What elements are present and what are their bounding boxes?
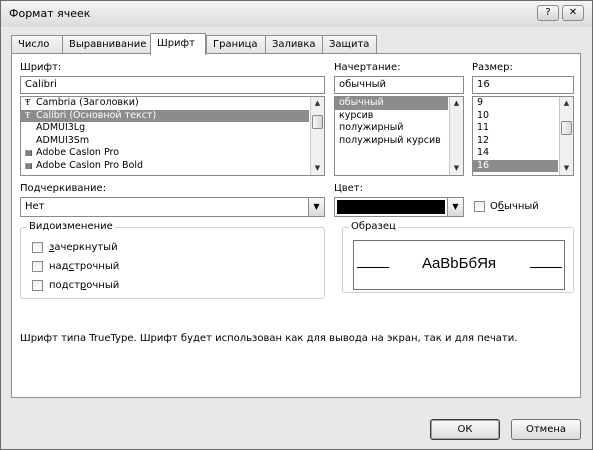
style-list-item[interactable]: курсив (335, 110, 448, 123)
font-name-input[interactable]: Calibri (20, 76, 325, 94)
font-list-item[interactable]: ADMUI3Lg (21, 122, 309, 135)
style-list-item[interactable]: полужирный курсив (335, 135, 448, 148)
scroll-down-icon[interactable]: ▼ (311, 162, 324, 175)
size-list-item[interactable]: 16 (473, 159, 558, 172)
style-list-scrollbar[interactable]: ▲ ▼ (449, 97, 463, 175)
superscript-label: надстрочный (49, 261, 120, 272)
preview-title: Образец (349, 221, 398, 232)
font-list-item[interactable]: Ŧ Calibri (Основной текст) (21, 109, 309, 122)
size-list-item[interactable]: 11 (473, 122, 558, 135)
truetype-icon: Ŧ (25, 110, 31, 120)
tab-number[interactable]: Число (11, 35, 63, 54)
format-cells-dialog: Формат ячеек ? ✕ Число Выравнивание Шриф… (0, 0, 593, 450)
tab-fill[interactable]: Заливка (265, 35, 323, 54)
title-bar[interactable]: Формат ячеек ? ✕ (1, 1, 592, 27)
superscript-checkbox[interactable] (32, 261, 43, 272)
scroll-down-icon[interactable]: ▼ (450, 162, 463, 175)
style-list-item[interactable]: полужирный (335, 122, 448, 135)
color-select[interactable]: ▼ (334, 197, 464, 217)
scroll-up-icon[interactable]: ▲ (311, 97, 324, 110)
size-list[interactable]: 9 10 11 12 14 16 ▲ ▼ (472, 96, 574, 176)
truetype-icon: Ŧ (25, 98, 31, 107)
normal-font-label: Обычный (490, 201, 539, 212)
strikethrough-checkbox[interactable] (32, 242, 43, 253)
style-list-item[interactable]: обычный (335, 97, 448, 110)
cancel-button[interactable]: Отмена (511, 419, 581, 440)
preview-sample-text: AaBbБбЯя (421, 255, 497, 272)
font-list-item[interactable]: Ŧ Cambria (Заголовки) (21, 97, 309, 110)
size-list-item[interactable]: 10 (473, 110, 558, 123)
tab-border[interactable]: Граница (206, 35, 266, 54)
subscript-label: подстрочный (49, 280, 120, 291)
tab-protection[interactable]: Защита (322, 35, 377, 54)
style-label: Начертание: (334, 62, 401, 73)
preview-group: Образец AaBbБбЯя (342, 221, 574, 293)
size-list-item[interactable]: 14 (473, 147, 558, 160)
underline-value: Нет (25, 201, 45, 212)
font-label: Шрифт: (20, 62, 62, 73)
font-list[interactable]: Ŧ Cambria (Заголовки) Ŧ Calibri (Основной … (20, 96, 325, 176)
effects-title: Видоизменение (27, 221, 115, 232)
preview-sample-box: AaBbБбЯя (353, 240, 565, 290)
subscript-checkbox[interactable] (32, 280, 43, 291)
baseline-right (530, 267, 562, 268)
effects-group: Видоизменение зачеркнутый надстрочный по… (20, 221, 325, 299)
scroll-down-icon[interactable]: ▼ (560, 162, 573, 175)
close-button[interactable]: ✕ (562, 5, 584, 21)
printer-font-icon: ▤ (25, 160, 33, 170)
scroll-thumb[interactable] (312, 115, 323, 129)
style-list[interactable]: обычный курсив полужирный полужирный кур… (334, 96, 464, 176)
font-list-item[interactable]: ▤ Adobe Caslon Pro (21, 147, 309, 160)
font-list-item[interactable]: ▤ Adobe Caslon Pro Bold (21, 160, 309, 173)
help-button[interactable]: ? (537, 5, 559, 21)
strikethrough-label: зачеркнутый (49, 242, 118, 253)
size-list-item[interactable]: 12 (473, 135, 558, 148)
scroll-up-icon[interactable]: ▲ (560, 97, 573, 110)
font-info-text: Шрифт типа TrueType. Шрифт будет использ… (20, 333, 518, 344)
size-label: Размер: (472, 62, 513, 73)
style-input[interactable]: обычный (334, 76, 464, 94)
color-label: Цвет: (334, 183, 364, 194)
scroll-up-icon[interactable]: ▲ (450, 97, 463, 110)
font-list-item[interactable]: ADMUI3Sm (21, 135, 309, 148)
size-list-scrollbar[interactable]: ▲ ▼ (559, 97, 573, 175)
chevron-down-icon[interactable]: ▼ (447, 198, 463, 216)
ok-button[interactable]: ОК (430, 419, 500, 440)
font-list-scrollbar[interactable]: ▲ ▼ (310, 97, 324, 175)
printer-font-icon: ▤ (25, 148, 33, 157)
underline-label: Подчеркивание: (20, 183, 107, 194)
chevron-down-icon[interactable]: ▼ (308, 198, 324, 216)
size-input[interactable]: 16 (472, 76, 574, 94)
underline-select[interactable]: Нет ▼ (20, 197, 325, 217)
normal-font-checkbox[interactable] (474, 201, 485, 212)
size-list-item[interactable]: 9 (473, 97, 558, 110)
tab-font[interactable]: Шрифт (150, 33, 206, 55)
window-title: Формат ячеек (9, 7, 91, 20)
tab-alignment[interactable]: Выравнивание (62, 35, 151, 54)
color-swatch (337, 200, 445, 214)
scroll-thumb[interactable] (561, 121, 572, 135)
font-tab-panel: Шрифт: Calibri Ŧ Cambria (Заголовки) Ŧ Cal… (11, 53, 581, 398)
